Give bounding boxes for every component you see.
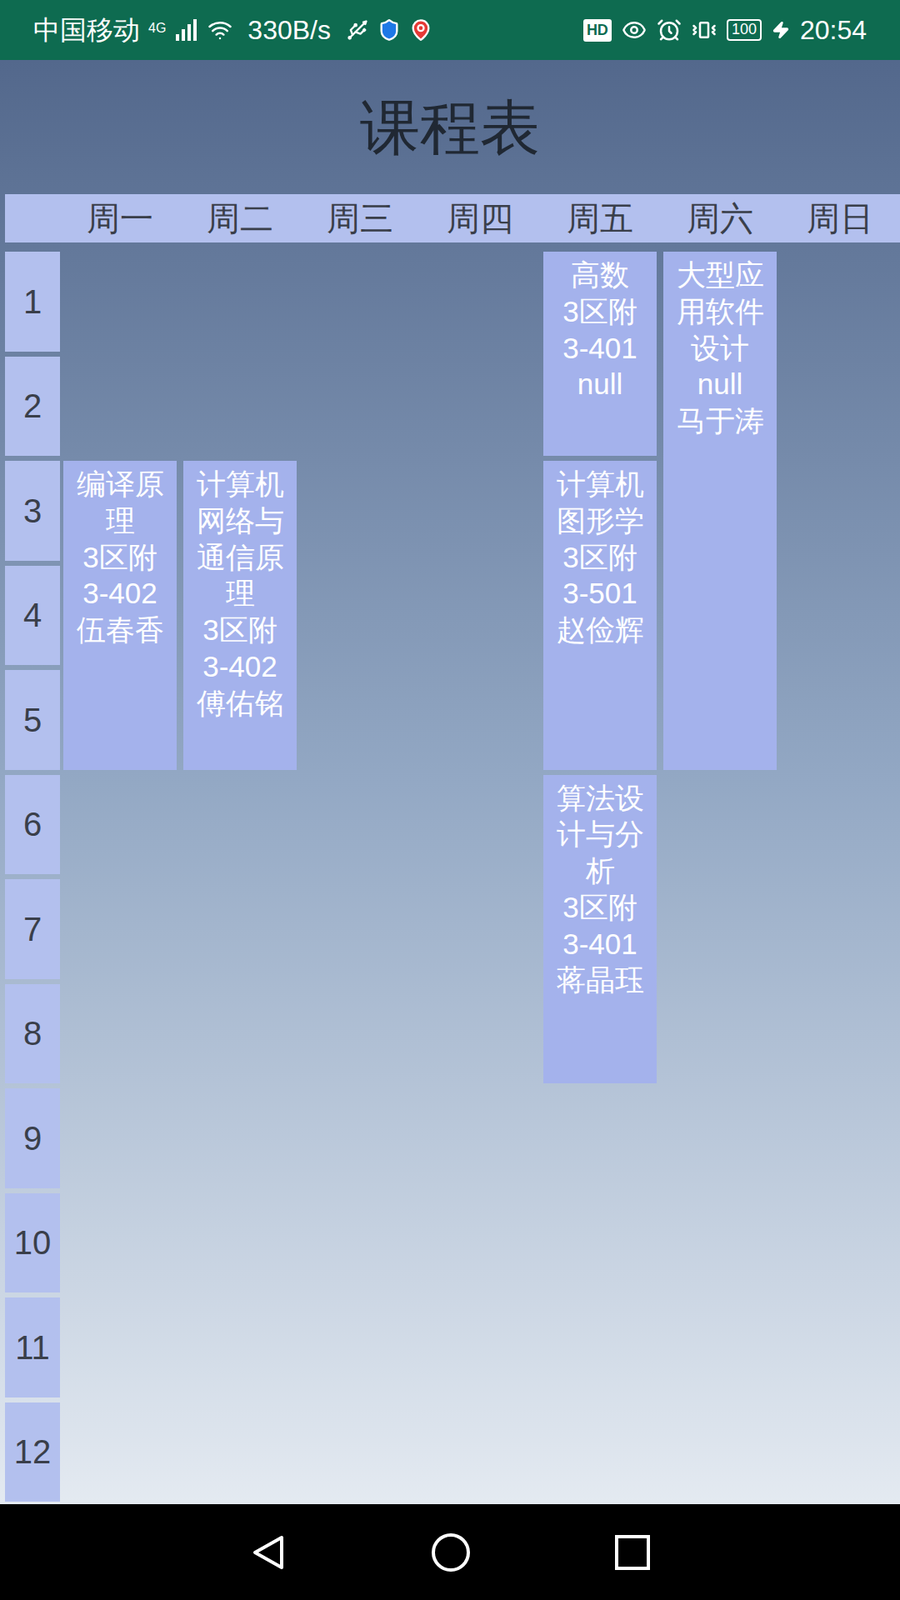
vibrate-icon [691, 17, 717, 43]
course-room: 3-402 [66, 575, 174, 612]
schedule-screen: 课程表周一周二周三周四周五周六周日123456789101112编译原理3区附3… [0, 60, 900, 1505]
shield-icon [377, 18, 401, 42]
hd-badge: HD [583, 19, 612, 42]
app: 中国移动 4G 330B/s HD 100 20:54 课程表周一周二周三周四周五周六周日 1… [0, 0, 900, 1600]
course-name: 高数 [546, 256, 654, 294]
period-cell: 5 [5, 670, 60, 770]
day-label: 周二 [180, 201, 300, 235]
net-speed: 330B/s [247, 10, 331, 50]
period-cell: 8 [5, 984, 60, 1085]
period-cell: 10 [5, 1193, 60, 1294]
day-label: 周六 [660, 201, 780, 235]
page-title: 课程表 [360, 82, 540, 173]
period-cell: 6 [5, 775, 60, 875]
course-building: 3区附 [546, 539, 654, 576]
period-cell: 9 [5, 1088, 60, 1189]
recents-icon[interactable] [613, 1533, 652, 1572]
day-label: 周四 [420, 201, 540, 235]
carrier: 中国移动 [33, 10, 140, 50]
status-bar: 中国移动 4G 330B/s HD 100 20:54 [0, 0, 900, 60]
course-name: 大型应用软件设计 [666, 256, 774, 366]
course-teacher: 马于涛 [666, 402, 774, 440]
course-teacher: 伍春香 [66, 611, 174, 649]
course-name: 计算机图形学 [546, 465, 654, 540]
back-icon[interactable] [248, 1532, 289, 1573]
charging-icon [771, 20, 790, 40]
clock: 20:54 [800, 10, 867, 50]
period-cell: 12 [5, 1402, 60, 1503]
period-cell: 7 [5, 879, 60, 980]
period-cell: 1 [5, 251, 60, 352]
course-room: 3-401 [546, 330, 654, 367]
course-room: null [666, 365, 774, 403]
alarm-icon [656, 17, 682, 43]
signal-icon [174, 17, 200, 43]
network-type: 4G [148, 18, 166, 39]
day-label: 周一 [60, 201, 180, 235]
timetable-grid: 123456789101112编译原理3区附3-402伍春香计算机网络与通信原理… [0, 249, 900, 1505]
period-cell: 4 [5, 565, 60, 666]
battery: 100 [726, 19, 762, 41]
course-room: 3-401 [546, 925, 654, 963]
app-icon [409, 18, 433, 42]
eye-icon [621, 17, 647, 43]
day-label: 周三 [300, 201, 420, 235]
course-room: 3-501 [546, 575, 654, 612]
course-card[interactable]: 编译原理3区附3-402伍春香 [63, 460, 177, 770]
home-icon[interactable] [430, 1531, 472, 1574]
wifi-icon [207, 17, 233, 43]
day-label: 周日 [780, 201, 900, 235]
navigation-bar [0, 1504, 900, 1600]
course-card[interactable]: 计算机图形学3区附3-501赵俭辉 [543, 460, 657, 770]
course-building: 3区附 [186, 611, 294, 649]
course-name: 计算机网络与通信原理 [186, 465, 294, 612]
usb-icon [345, 18, 370, 42]
course-name: 算法设计与分析 [546, 780, 654, 890]
course-teacher: 傅佑铭 [186, 685, 294, 722]
period-cell: 2 [5, 356, 60, 457]
course-teacher: 蒋晶珏 [546, 961, 654, 999]
course-building: 3区附 [546, 293, 654, 330]
day-header: 周一周二周三周四周五周六周日 [5, 194, 900, 243]
day-label: 周五 [540, 201, 660, 235]
course-card[interactable]: 算法设计与分析3区附3-401蒋晶珏 [543, 775, 657, 1085]
course-teacher: null [546, 365, 654, 403]
course-teacher: 赵俭辉 [546, 611, 654, 649]
course-card[interactable]: 计算机网络与通信原理3区附3-402傅佑铭 [183, 460, 297, 770]
course-building: 3区附 [66, 539, 174, 576]
course-card[interactable]: 高数3区附3-401null [543, 251, 657, 456]
course-building: 3区附 [546, 889, 654, 926]
course-card[interactable]: 大型应用软件设计null马于涛 [663, 251, 777, 770]
period-cell: 3 [5, 460, 60, 561]
period-cell: 11 [5, 1297, 60, 1398]
course-room: 3-402 [186, 648, 294, 685]
course-name: 编译原理 [66, 465, 174, 540]
